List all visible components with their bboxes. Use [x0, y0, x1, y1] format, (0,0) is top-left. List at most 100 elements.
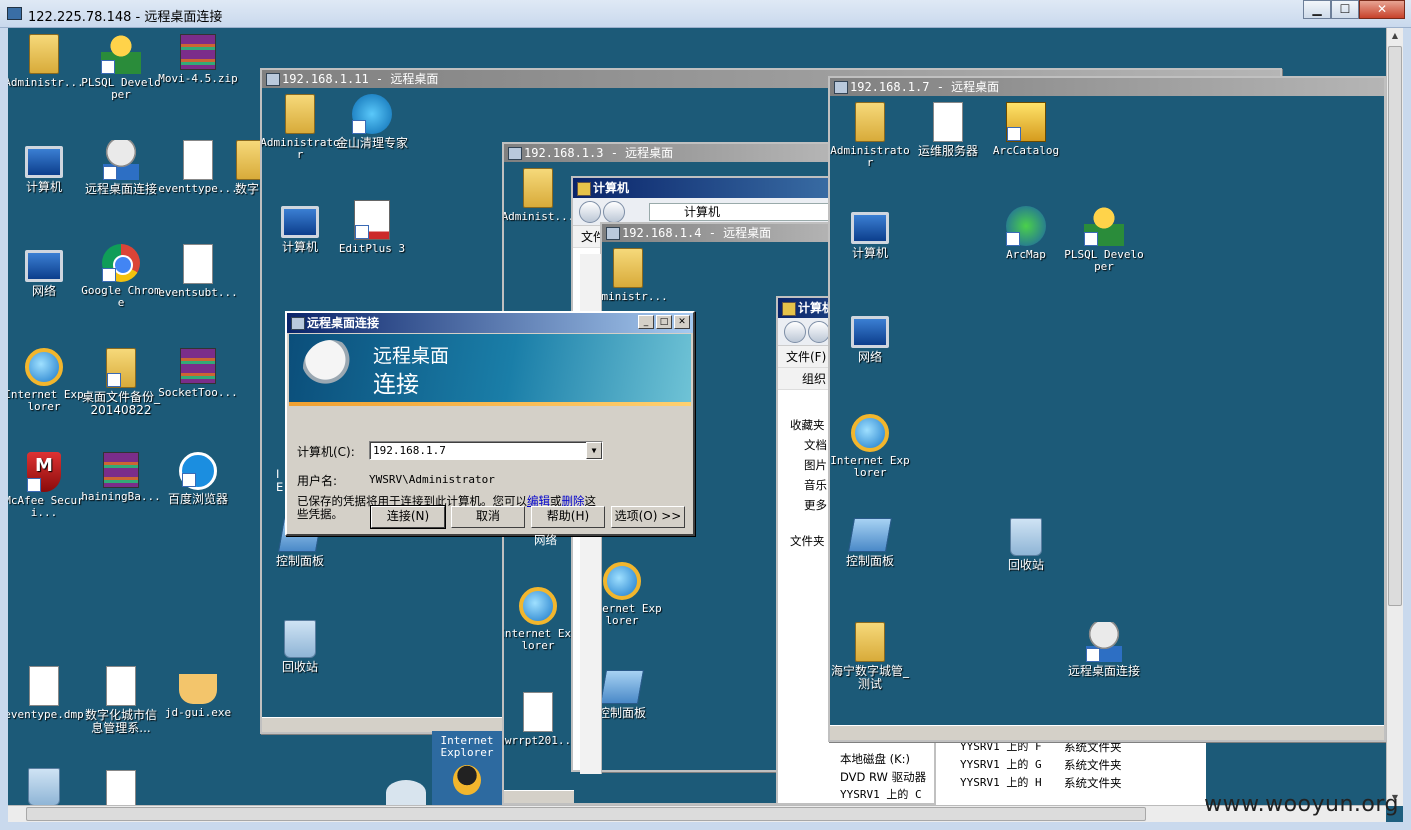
win4-icon-ie[interactable]: Internet Explorer — [602, 562, 662, 627]
horizontal-scrollbar[interactable] — [8, 805, 1386, 822]
win7-icon-ie[interactable]: Internet Explorer — [830, 414, 910, 479]
dialog-close-button[interactable]: ✕ — [674, 315, 690, 329]
win11-icon-kingsoft-cleaner[interactable]: 金山清理专家 — [332, 94, 412, 150]
desktop-icon-mcafee[interactable]: McAfee Securi... — [8, 452, 84, 519]
desktop-icon-hainingba[interactable]: hainingBa... — [81, 452, 161, 503]
desktop-icon-shuzi[interactable]: 数字 — [230, 140, 264, 196]
desktop-icon-computer[interactable]: 计算机 — [8, 140, 84, 194]
dialog-maximize-button[interactable]: □ — [656, 315, 672, 329]
win7-icon-control-panel[interactable]: 控制面板 — [830, 518, 910, 568]
win7-icon-haining-test[interactable]: 海宁数字城管_测试 — [830, 622, 910, 691]
desktop-icon-eventype-dmp[interactable]: eventype.dmp — [8, 666, 84, 721]
explorer-b-fav-docs[interactable]: 文档 — [804, 436, 827, 454]
desktop-icon-jdgui[interactable]: jd-gui.exe — [158, 666, 238, 719]
desktop-icon-doc-partial[interactable] — [81, 770, 161, 805]
win7-icon-ops-server[interactable]: 运维服务器 — [908, 102, 988, 158]
win4-icon-administrator[interactable]: Administr... — [602, 248, 668, 303]
remote-window-7[interactable]: 192.168.1.7 - 远程桌面 Administrator 运维服务器 A… — [828, 76, 1386, 742]
win11-icon-editplus[interactable]: EditPlus 3 — [332, 200, 412, 255]
explorer-b-fav-music[interactable]: 音乐 — [804, 476, 827, 494]
desktop-icon-ie[interactable]: Internet Explorer — [8, 348, 84, 413]
folder-icon — [855, 622, 885, 662]
mcafee-icon — [27, 452, 61, 492]
win3-icon-ie[interactable]: Internet Explorer — [504, 587, 578, 652]
back-button[interactable] — [579, 201, 601, 223]
folder-icon — [29, 34, 59, 74]
desktop-icon-city-system[interactable]: 数字化城市信息管理系... — [81, 666, 161, 735]
explorer-b-drive-k[interactable]: 本地磁盘 (K:) — [840, 750, 910, 768]
desktop-icon-network[interactable]: 网络 — [8, 244, 84, 298]
remote-window-3-title[interactable]: 192.168.1.3 - 远程桌面 — [504, 144, 830, 162]
computer-combo[interactable]: 192.168.1.7 ▼ — [369, 441, 603, 460]
explorer-b-fav-more[interactable]: 更多 — [804, 496, 827, 514]
help-button[interactable]: 帮助(H) — [531, 506, 605, 528]
rdp-connect-dialog[interactable]: 远程桌面连接 _ □ ✕ 远程桌面 连接 计算机(C): 192.168.1.7… — [285, 311, 695, 536]
remote-window-7-desktop[interactable]: Administrator 运维服务器 ArcCatalog 计算机 ArcMa… — [830, 96, 1384, 740]
share-g-name[interactable]: YYSRV1 上的 G — [960, 756, 1042, 774]
vertical-scrollbar[interactable]: ▲ ▼ — [1386, 28, 1403, 806]
desktop-icon-recycle-partial[interactable] — [8, 768, 84, 805]
desktop-icon-eventtype[interactable]: eventtype... — [158, 140, 238, 195]
desktop-icon-backup-folder[interactable]: 桌面文件备份_20140822 — [81, 348, 161, 417]
win7-icon-computer[interactable]: 计算机 — [830, 206, 910, 260]
explorer-a-address-bar[interactable]: 计算机 — [649, 203, 829, 221]
forward-button[interactable] — [808, 321, 830, 343]
desktop-icon-chrome[interactable]: Google Chrome — [81, 244, 161, 309]
desktop-icon-movi-zip[interactable]: Movi-4.5.zip — [158, 34, 238, 85]
rdp-icon — [1086, 622, 1122, 662]
desktop-icon-administrator[interactable]: Administr... — [8, 34, 84, 89]
win7-icon-arcmap[interactable]: ArcMap — [986, 206, 1066, 261]
win4-icon-control-panel[interactable]: 控制面板 — [602, 670, 662, 720]
win7-icon-recycle-bin[interactable]: 回收站 — [986, 518, 1066, 572]
desktop-icon-eventsubt[interactable]: eventsubt... — [158, 244, 238, 299]
close-button[interactable]: ✕ — [1359, 0, 1405, 19]
explorer-b-dvd[interactable]: DVD RW 驱动器 — [840, 768, 926, 786]
remote-window-4-title[interactable]: 192.168.1.4 - 远程桌面 — [602, 224, 838, 242]
win3-horizontal-scrollbar[interactable] — [504, 790, 574, 803]
win11-icon-computer[interactable]: 计算机 — [262, 200, 340, 254]
dialog-title[interactable]: 远程桌面连接 — [287, 313, 693, 333]
dialog-minimize-button[interactable]: _ — [638, 315, 654, 329]
win7-icon-arccatalog[interactable]: ArcCatalog — [986, 102, 1066, 157]
control-panel-icon — [602, 670, 644, 704]
horizontal-scroll-thumb[interactable] — [26, 807, 1146, 821]
outer-frame-left — [0, 28, 8, 822]
maximize-button[interactable]: ☐ — [1331, 0, 1359, 19]
explorer-b-share-c[interactable]: YYSRV1 上的 C — [840, 786, 922, 803]
explorer-b-list[interactable]: YYSRV1 上的 F 系统文件夹 YYSRV1 上的 G 系统文件夹 YYSR… — [936, 734, 1206, 805]
forward-button[interactable] — [603, 201, 625, 223]
win11-icon-administrator[interactable]: Administrator — [262, 94, 340, 161]
desktop-icon-rdp[interactable]: 远程桌面连接 — [81, 140, 161, 196]
explorer-a-title[interactable]: 计算机 — [573, 178, 839, 198]
explorer-b-folders[interactable]: 文件夹 — [790, 532, 825, 550]
desktop-icon-plsql[interactable]: PLSQL Developer — [81, 34, 161, 101]
desktop-icon-baidu[interactable]: 百度浏览器 — [158, 452, 238, 506]
win7-icon-rdp[interactable]: 远程桌面连接 — [1064, 622, 1144, 678]
back-button[interactable] — [784, 321, 806, 343]
scroll-up-arrow[interactable]: ▲ — [1387, 28, 1403, 44]
win11-icon-recycle-bin[interactable]: 回收站 — [262, 620, 340, 674]
desktop-icon-sockettool[interactable]: SocketToo... — [158, 348, 238, 399]
cancel-button[interactable]: 取消 — [451, 506, 525, 528]
win3-icon-awrrpt[interactable]: awrrpt201... — [504, 692, 578, 747]
explorer-b-favorites[interactable]: 收藏夹 — [790, 416, 825, 434]
remote-desktop[interactable]: Administr... PLSQL Developer Movi-4.5.zi… — [8, 28, 1386, 805]
options-button[interactable]: 选项(O) >> — [611, 506, 685, 528]
win7-horizontal-scrollbar[interactable] — [830, 725, 1384, 740]
win3-icon-administrator[interactable]: Administ... — [504, 168, 578, 223]
vertical-scroll-thumb[interactable] — [1388, 46, 1402, 606]
computer-icon — [281, 206, 319, 238]
share-h-name[interactable]: YYSRV1 上的 H — [960, 774, 1042, 792]
win7-icon-network[interactable]: 网络 — [830, 310, 910, 364]
win11-horizontal-scrollbar[interactable] — [262, 717, 502, 732]
remote-window-7-title[interactable]: 192.168.1.7 - 远程桌面 — [830, 78, 1384, 96]
minimize-button[interactable]: ▁ — [1303, 0, 1331, 19]
outer-title-bar[interactable]: 122.225.78.148 - 远程桌面连接 ▁ ☐ ✕ — [0, 0, 1411, 28]
explorer-b-fav-pictures[interactable]: 图片 — [804, 456, 827, 474]
win7-icon-administrator[interactable]: Administrator — [830, 102, 910, 169]
win7-icon-plsql[interactable]: PLSQL Developer — [1064, 206, 1144, 273]
win3-network-partial: 网络 — [534, 533, 557, 547]
winrar-icon — [180, 348, 216, 384]
chevron-down-icon[interactable]: ▼ — [586, 442, 602, 459]
connect-button[interactable]: 连接(N) — [370, 505, 446, 529]
